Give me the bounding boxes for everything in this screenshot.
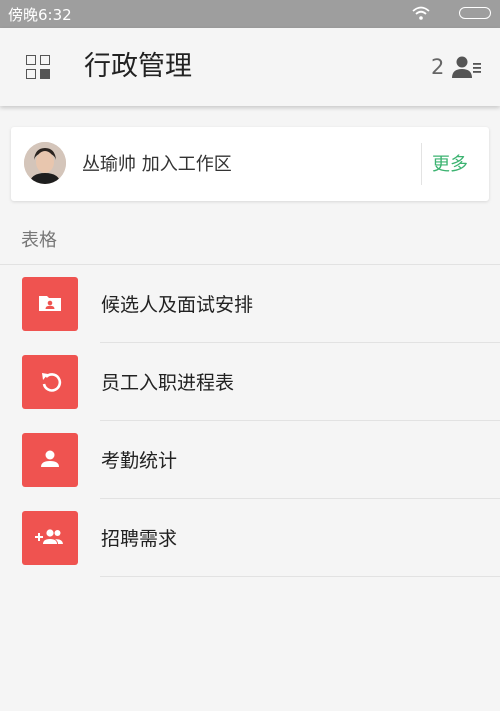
member-count[interactable]: 2	[431, 55, 444, 79]
battery-icon	[459, 7, 491, 19]
list-divider	[100, 576, 500, 577]
wifi-icon	[412, 6, 430, 20]
list-item[interactable]: 考勤统计	[0, 421, 500, 499]
status-bar: 傍晚6:32	[0, 0, 500, 28]
list-item[interactable]: 候选人及面试安排	[0, 265, 500, 343]
activity-card[interactable]: 丛瑜帅 加入工作区 更多	[11, 127, 489, 201]
section-header: 表格	[21, 230, 57, 251]
list-item-label: 招聘需求	[101, 528, 178, 550]
avatar	[24, 142, 66, 184]
restore-icon	[22, 355, 78, 409]
group-add-icon	[22, 511, 78, 565]
app-bar: 行政管理 2	[0, 28, 500, 106]
status-time: 傍晚6:32	[8, 6, 72, 24]
card-divider	[421, 143, 422, 185]
list-item[interactable]: 招聘需求	[0, 499, 500, 577]
members-icon[interactable]	[452, 55, 482, 79]
activity-text: 丛瑜帅 加入工作区	[82, 154, 232, 175]
folder-person-icon	[22, 277, 78, 331]
list-item-label: 考勤统计	[101, 450, 178, 472]
list-item[interactable]: 员工入职进程表	[0, 343, 500, 421]
list-item-label: 员工入职进程表	[101, 372, 235, 394]
more-button[interactable]: 更多	[432, 150, 468, 176]
page-title: 行政管理	[84, 51, 192, 82]
person-icon	[22, 433, 78, 487]
apps-grid-icon[interactable]	[26, 55, 52, 81]
list-item-label: 候选人及面试安排	[101, 294, 254, 316]
